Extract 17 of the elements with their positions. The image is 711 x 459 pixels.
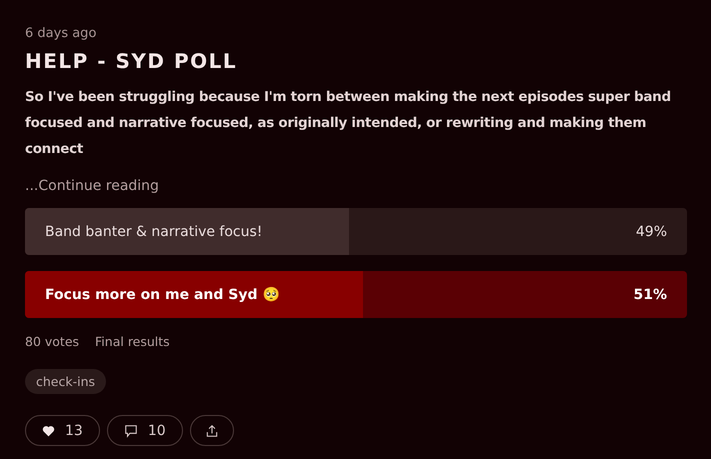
option-percent: 51%: [633, 286, 667, 302]
tag-chip[interactable]: check-ins: [25, 369, 106, 394]
option-label: Band banter & narrative focus!: [45, 224, 262, 240]
poll-status: Final results: [95, 334, 170, 349]
post-body: So I've been struggling because I'm torn between making the next episodes super band focused and narrative focused, as originally intended, or rewriting and making them connect: [25, 88, 672, 159]
post-title: HELP - SYD POLL: [25, 49, 238, 73]
post-date: 6 days ago: [25, 26, 98, 41]
comment-button[interactable]: 10: [106, 415, 183, 446]
heart-icon: [42, 424, 55, 436]
share-button[interactable]: [190, 415, 234, 446]
comment-icon: [124, 424, 138, 438]
option-percent: 49%: [636, 224, 667, 240]
like-button[interactable]: 13: [25, 415, 100, 446]
option-label: Focus more on me and Syd 🥺: [45, 286, 280, 303]
share-icon: [204, 424, 219, 438]
vote-count: 80 votes: [25, 334, 80, 349]
continue-reading-link[interactable]: ...Continue reading: [25, 178, 159, 194]
